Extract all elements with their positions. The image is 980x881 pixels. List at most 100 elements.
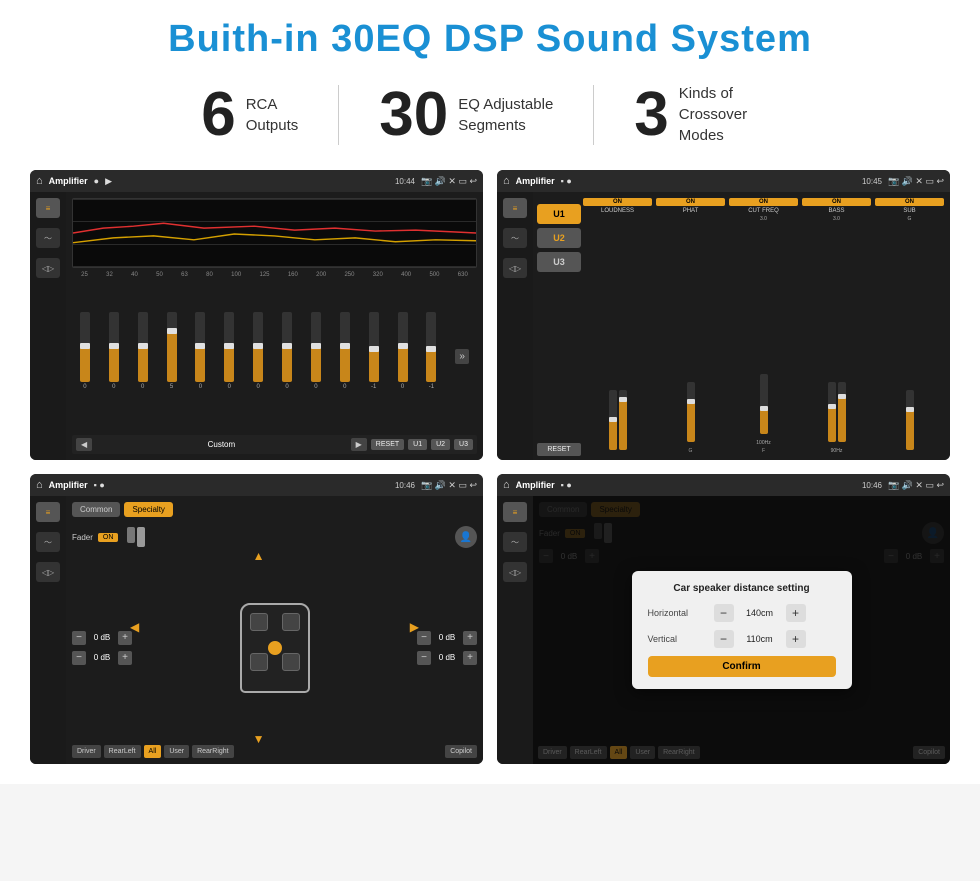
cutfreq-on-badge[interactable]: ON: [729, 198, 798, 206]
btn-rearright[interactable]: RearRight: [192, 745, 234, 758]
eq-label-160: 160: [288, 272, 298, 278]
eq-sidebar-eq-icon[interactable]: ≡: [36, 198, 60, 218]
eq-fill-2: [109, 347, 119, 382]
car-seat-driver: [250, 613, 268, 631]
loudness-slider-2[interactable]: [619, 390, 627, 450]
eq-track-9[interactable]: [311, 312, 321, 382]
stat-crossover: 3 Kinds ofCrossover Modes: [594, 83, 818, 146]
horizontal-plus-btn[interactable]: +: [786, 604, 806, 622]
dialog-sidebar-eq-icon[interactable]: ≡: [503, 502, 527, 522]
dialog-btn-user: User: [630, 746, 655, 759]
crossover-sidebar-eq-icon[interactable]: ≡: [503, 198, 527, 218]
eq-slider-3: 0: [138, 312, 148, 402]
fader-on-badge[interactable]: ON: [98, 533, 119, 542]
eq-next-btn[interactable]: ▶: [351, 438, 367, 451]
crossover-sidebar-wave-icon[interactable]: 〜: [503, 228, 527, 248]
eq-track-11[interactable]: [369, 312, 379, 382]
dialog-sidebar-wave-icon[interactable]: 〜: [503, 532, 527, 552]
eq-track-8[interactable]: [282, 312, 292, 382]
eq-track-2[interactable]: [109, 312, 119, 382]
eq-track-5[interactable]: [195, 312, 205, 382]
db-plus-bl[interactable]: +: [118, 651, 132, 665]
eq-more-btn[interactable]: »: [455, 349, 469, 364]
eq-reset-btn[interactable]: RESET: [371, 439, 404, 450]
eq-slider-13: -1: [426, 312, 436, 402]
crossover-screen-body: ≡ 〜 ◁▷ U1 U2 U3 RESET ON: [497, 192, 950, 460]
sub-slider-1[interactable]: [906, 390, 914, 450]
phat-slider-1[interactable]: [687, 382, 695, 442]
eq-slider-5: 0: [195, 312, 205, 402]
db-minus-bl[interactable]: −: [72, 651, 86, 665]
db-minus-br[interactable]: −: [417, 651, 431, 665]
dialog-time: 10:46: [862, 481, 882, 490]
eq-track-6[interactable]: [224, 312, 234, 382]
crossover-home-icon[interactable]: ⌂: [503, 175, 510, 187]
bass-slider-f[interactable]: [828, 382, 836, 442]
eq-u2-btn[interactable]: U2: [431, 439, 450, 450]
bass-slider-g[interactable]: [838, 382, 846, 442]
db-plus-tr[interactable]: +: [463, 631, 477, 645]
vertical-plus-btn[interactable]: +: [786, 630, 806, 648]
stats-row: 6 RCAOutputs 30 EQ AdjustableSegments 3 …: [30, 83, 950, 146]
eq-track-3[interactable]: [138, 312, 148, 382]
eq-label-320: 320: [373, 272, 383, 278]
crossover-reset-btn[interactable]: RESET: [537, 443, 581, 456]
sub-on-badge[interactable]: ON: [875, 198, 944, 206]
bass-on-badge[interactable]: ON: [802, 198, 871, 206]
eq-track-4[interactable]: [167, 312, 177, 382]
dialog-home-icon[interactable]: ⌂: [503, 479, 510, 491]
fader-mini-1[interactable]: [127, 527, 135, 543]
loudness-slider-1[interactable]: [609, 390, 617, 450]
dialog-screen-title: Amplifier: [516, 480, 555, 490]
eq-track-1[interactable]: [80, 312, 90, 382]
eq-sidebar-speaker-icon[interactable]: ◁▷: [36, 258, 60, 278]
eq-prev-btn[interactable]: ◀: [76, 438, 92, 451]
eq-thumb-1: [80, 343, 90, 349]
fader-mini-2[interactable]: [137, 527, 145, 547]
bass-90hz: 90Hz: [831, 448, 843, 454]
db-minus-tr[interactable]: −: [417, 631, 431, 645]
crossover-left-panel: U1 U2 U3 RESET: [537, 196, 581, 456]
crossover-u3-btn[interactable]: U3: [537, 252, 581, 272]
loudness-on-badge[interactable]: ON: [583, 198, 652, 206]
btn-copilot[interactable]: Copilot: [445, 745, 477, 758]
crossover-u1-btn[interactable]: U1: [537, 204, 581, 224]
btn-driver[interactable]: Driver: [72, 745, 101, 758]
db-control-tr: − 0 dB +: [417, 631, 477, 645]
eq-track-13[interactable]: [426, 312, 436, 382]
confirm-button[interactable]: Confirm: [648, 656, 836, 677]
eq-u1-btn[interactable]: U1: [408, 439, 427, 450]
speaker-sidebar-speaker-icon[interactable]: ◁▷: [36, 562, 60, 582]
btn-all[interactable]: All: [144, 745, 162, 758]
db-minus-tl[interactable]: −: [72, 631, 86, 645]
vertical-minus-btn[interactable]: −: [714, 630, 734, 648]
eq-sidebar-wave-icon[interactable]: 〜: [36, 228, 60, 248]
eq-thumb-6: [224, 343, 234, 349]
tab-common[interactable]: Common: [72, 502, 120, 517]
dialog-sidebar-speaker-icon[interactable]: ◁▷: [503, 562, 527, 582]
speaker-sidebar-eq-icon[interactable]: ≡: [36, 502, 60, 522]
speaker-home-icon[interactable]: ⌂: [36, 479, 43, 491]
crossover-sidebar-speaker-icon[interactable]: ◁▷: [503, 258, 527, 278]
car-seat-copilot: [282, 613, 300, 631]
btn-user[interactable]: User: [164, 745, 189, 758]
speaker-sidebar-wave-icon[interactable]: 〜: [36, 532, 60, 552]
car-center-control[interactable]: [268, 641, 282, 655]
eq-track-7[interactable]: [253, 312, 263, 382]
home-icon[interactable]: ⌂: [36, 175, 43, 187]
cutfreq-slider-1[interactable]: [760, 374, 768, 434]
eq-u3-btn[interactable]: U3: [454, 439, 473, 450]
car-arrow-down: ▼: [253, 732, 265, 746]
db-plus-br[interactable]: +: [463, 651, 477, 665]
eq-track-10[interactable]: [340, 312, 350, 382]
horizontal-minus-btn[interactable]: −: [714, 604, 734, 622]
eq-track-12[interactable]: [398, 312, 408, 382]
cutfreq-freq2: F: [762, 448, 765, 454]
eq-fill-4: [167, 332, 177, 382]
eq-labels-row: 25 32 40 50 63 80 100 125 160 200 250 32…: [72, 272, 477, 278]
phat-on-badge[interactable]: ON: [656, 198, 725, 206]
eq-label-80: 80: [206, 272, 213, 278]
crossover-u2-btn[interactable]: U2: [537, 228, 581, 248]
tab-specialty[interactable]: Specialty: [124, 502, 172, 517]
btn-rearleft[interactable]: RearLeft: [104, 745, 141, 758]
